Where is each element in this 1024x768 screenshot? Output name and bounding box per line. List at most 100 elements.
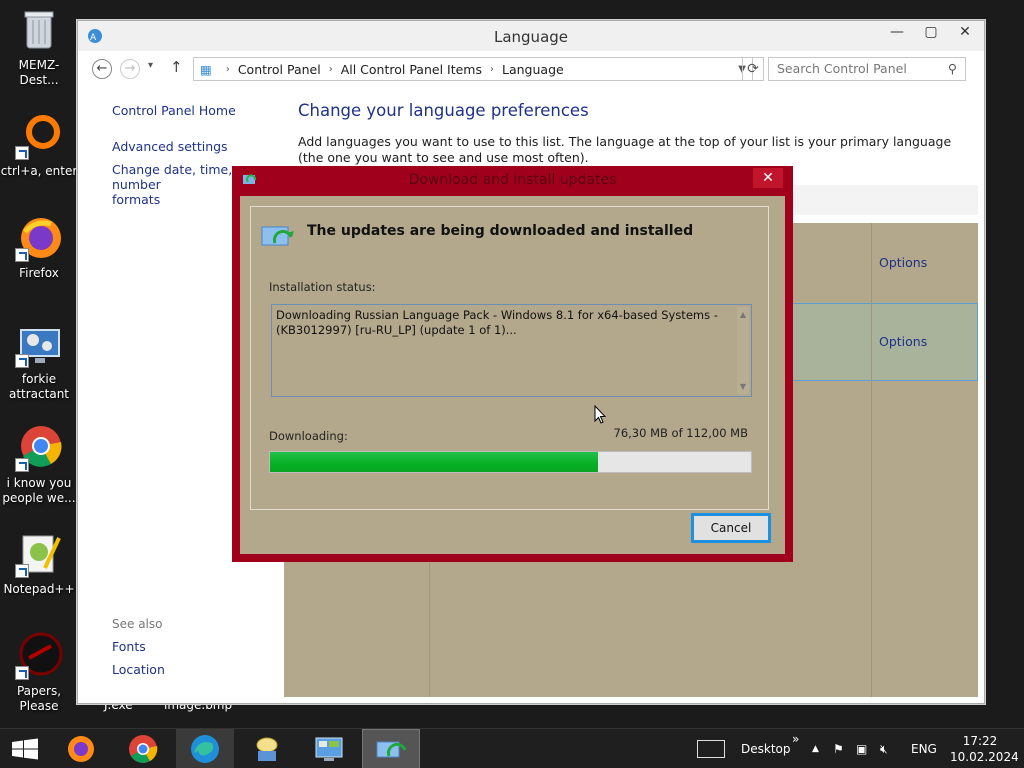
download-size-text: 76,30 MB of 112,00 MB [613,426,749,440]
search-icon[interactable]: ⚲ [948,58,957,80]
intro-text: Add languages you want to use to this li… [298,134,952,165]
desktop-icon-notepadpp[interactable]: Notepad++ [0,530,78,597]
window-titlebar[interactable]: A Language — ▢ ✕ [78,21,984,51]
options-link-2[interactable]: Options [879,334,927,349]
status-text: Downloading Russian Language Pack - Wind… [276,308,718,337]
download-progress-bar [269,451,752,473]
taskbar-edge[interactable] [176,729,234,768]
chrome-icon [129,735,158,763]
progress-fill [270,452,598,472]
control-panel-icon [315,737,343,761]
recycle-bin-icon [15,6,63,54]
dialog-panel: The updates are being downloaded and ins… [250,206,769,510]
shortcut-arrow-icon [15,146,29,160]
show-hidden-icons-button[interactable]: ▲ [812,729,819,768]
clock-time: 17:22 [962,734,998,748]
desktop-icon-label: forkie attractant [8,372,70,401]
desktop-icon-forkie[interactable]: forkie attractant [0,320,78,402]
installation-status-label: Installation status: [269,280,376,294]
back-button[interactable]: ← [92,59,112,79]
firefox-icon [15,214,63,262]
dialog-heading: The updates are being downloaded and ins… [307,223,694,239]
desktop-icon-ctrl-a[interactable]: ctrl+a, enter [0,112,78,179]
shortcut-arrow-icon [15,564,29,578]
advanced-settings-link[interactable]: Advanced settings [78,139,283,154]
desktop-icon-papers-please[interactable]: Papers, Please [0,632,78,714]
breadcrumb-control-panel[interactable]: Control Panel [238,62,321,77]
recent-pages-button[interactable]: ▾ [148,60,153,71]
mouse-cursor-icon [594,405,606,424]
installation-status-box[interactable]: Downloading Russian Language Pack - Wind… [271,304,752,397]
chevron-down-icon[interactable]: ▼ [737,379,749,394]
search-input[interactable]: Search Control Panel ⚲ [768,57,966,81]
shortcut-arrow-icon [15,354,29,368]
input-language-indicator[interactable]: ENG [911,729,937,768]
location-link[interactable]: Location [78,662,165,677]
taskbar-windows-update[interactable] [362,729,420,768]
chevron-up-icon[interactable]: ▲ [737,307,749,322]
page-heading: Change your language preferences [298,101,589,120]
status-scrollbar[interactable]: ▲ ▼ [737,307,749,394]
breadcrumb-language[interactable]: Language [502,62,564,77]
maximize-button[interactable]: ▢ [914,21,948,43]
control-panel-home-link[interactable]: Control Panel Home [78,103,283,118]
desktop-toolbar-label[interactable]: Desktop [741,729,791,768]
taskbar: Desktop » ▲ ⚑ ▣ 🔇︎ ENG 17:22 10.02.2024 [0,728,1024,768]
clock-date: 10.02.2024 [950,750,1019,764]
desktop-icon-label: ctrl+a, enter [0,164,78,178]
touch-keyboard-icon[interactable] [697,740,725,758]
taskbar-chrome[interactable] [114,729,172,768]
desktop-icon-label: Firefox [19,266,59,280]
network-icon[interactable]: ▣ [856,729,867,768]
taskbar-control-panel[interactable] [300,729,358,768]
dialog-title: Download and install updates [408,172,617,188]
dialog-titlebar[interactable]: Download and install updates ✕ [232,166,793,194]
fonts-link[interactable]: Fonts [78,639,146,654]
windows-update-icon [261,223,295,249]
close-button[interactable]: ✕ [948,21,982,43]
forward-button[interactable]: → [120,59,140,79]
volume-muted-icon[interactable]: 🔇︎ [880,729,888,768]
ring-icon [15,112,63,160]
taskbar-help[interactable] [238,729,296,768]
windows-logo-icon [12,738,38,760]
dialog-close-button[interactable]: ✕ [753,168,783,188]
desktop-icon-label: i know you people we... [2,476,76,505]
up-button[interactable]: ↑ [170,58,183,76]
breadcrumb-separator: › [225,63,230,75]
desktop-icon-label: Papers, Please [16,684,62,713]
breadcrumb-separator: › [490,63,494,75]
control-panel-icon: ▦ [200,61,212,77]
update-dialog: Download and install updates ✕ The updat… [232,166,793,562]
chrome-icon [15,424,63,472]
refresh-button[interactable]: ⟳ [742,57,764,81]
edge-icon [191,735,219,763]
clock[interactable]: 17:22 10.02.2024 [950,733,1019,765]
cancel-button[interactable]: Cancel [691,513,771,543]
action-center-flag-icon[interactable]: ⚑ [833,729,844,768]
address-row: ← → ▾ ↑ ▦ › Control Panel › All Control … [90,55,974,83]
shortcut-arrow-icon [15,248,29,262]
options-link-1[interactable]: Options [879,255,927,270]
column-divider [871,223,872,697]
start-button[interactable] [0,729,50,768]
notepadpp-icon [15,530,63,578]
papers-please-icon [15,632,63,680]
monitor-gear-icon [15,320,63,368]
downloading-label: Downloading: [269,429,348,443]
desktop-icon-label: MEMZ-Dest... [18,58,60,87]
firefox-icon [68,736,94,762]
window-title: Language [493,28,569,46]
help-chat-icon [256,737,278,761]
minimize-button[interactable]: — [880,21,914,43]
shortcut-arrow-icon [15,666,29,680]
desktop-icon-firefox[interactable]: Firefox [0,214,78,281]
address-bar[interactable]: ▦ › Control Panel › All Control Panel It… [193,57,753,81]
taskbar-firefox[interactable] [52,729,110,768]
see-also-label: See also [112,617,163,631]
breadcrumb-separator: › [328,63,333,75]
desktop-icon-chrome[interactable]: i know you people we... [0,424,78,506]
desktop-icon-recycle-bin[interactable]: MEMZ-Dest... [0,6,78,88]
toolbar-expand-icon[interactable]: » [792,719,799,759]
breadcrumb-all-items[interactable]: All Control Panel Items [341,62,482,77]
